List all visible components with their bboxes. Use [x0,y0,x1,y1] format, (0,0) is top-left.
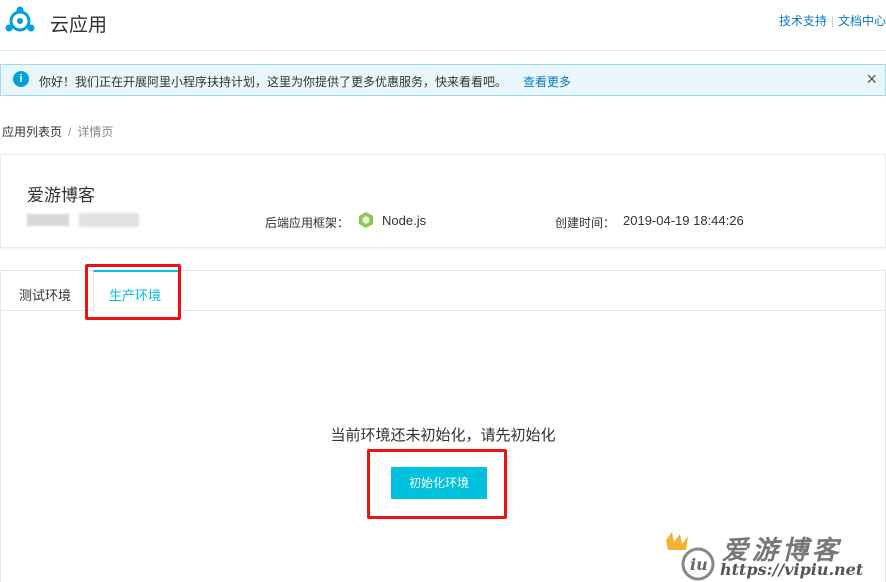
notice-message: 你好！我们正在开展阿里小程序扶持计划，这里为你提供了更多优惠服务，快来看看吧。 [39,75,508,89]
annotation-box-tab [85,264,181,320]
annotation-box-button [367,449,507,519]
created-time-label: 创建时间： [555,216,616,230]
framework-label: 后端应用框架： [265,216,350,230]
breadcrumb-app-list[interactable]: 应用列表页 [2,125,62,139]
redacted-id-2 [79,213,139,227]
tech-support-link[interactable]: 技术支持 [779,14,827,28]
docs-center-link[interactable]: 文档中心 [838,14,886,28]
top-bar: 云应用 技术支持 | 文档中心 [0,0,886,51]
watermark-url: https://vipiu.net [720,560,864,579]
nodejs-icon [359,212,373,228]
notice-more-link[interactable]: 查看更多 [523,73,571,90]
breadcrumb-separator: / [68,125,72,139]
tab-test-env[interactable]: 测试环境 [19,285,71,304]
svg-text:iu: iu [690,555,708,574]
app-title: 云应用 [50,15,108,36]
empty-state-message: 当前环境还未初始化，请先初始化 [330,427,556,444]
notice-banner: i 你好！我们正在开展阿里小程序扶持计划，这里为你提供了更多优惠服务，快来看看吧… [0,64,886,96]
cloud-app-logo-icon[interactable] [2,6,38,36]
framework-value: Node.js [382,213,427,228]
app-name: 爱游博客 [27,186,95,205]
breadcrumb-current: 详情页 [77,125,114,139]
close-icon[interactable]: × [866,69,877,90]
created-time-value: 2019-04-19 18:44:26 [623,213,744,228]
breadcrumb: 应用列表页 / 详情页 [2,123,113,140]
top-links: 技术支持 | 文档中心 [779,12,886,29]
redacted-id [27,214,69,226]
app-info-card: 爱游博客 后端应用框架： Node.js 创建时间： 2019-04-19 18… [0,154,886,248]
link-divider: | [830,14,834,28]
info-icon: i [13,71,29,87]
